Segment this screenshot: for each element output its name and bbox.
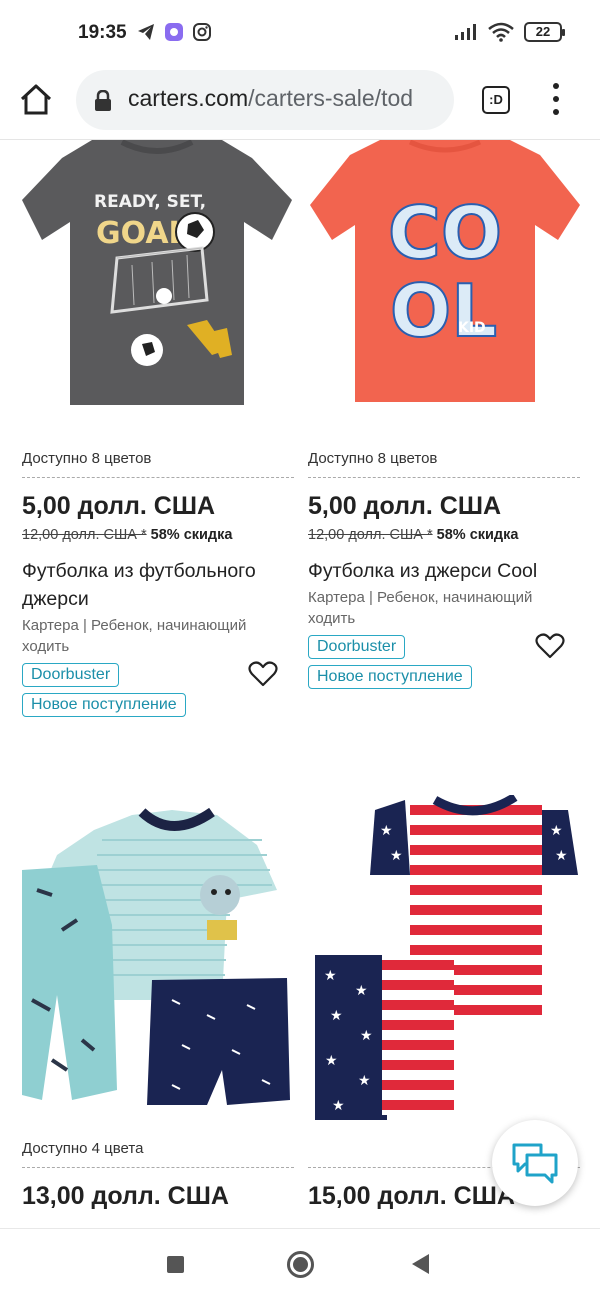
- svg-text:★: ★: [324, 968, 337, 984]
- product-title[interactable]: Футболка из джерси Cool: [308, 557, 580, 585]
- svg-text:★: ★: [380, 823, 393, 839]
- product-grid: READY, SET, GOAL! CO OL KID Доступно 8 ц…: [0, 140, 600, 1228]
- new-arrival-badge: Новое поступление: [22, 693, 186, 717]
- browser-toolbar: carters.com/carters-sale/tod :D: [0, 66, 600, 140]
- signal-icon: [455, 24, 476, 40]
- original-price: 12,00 долл. США *: [308, 527, 433, 543]
- favorite-heart-icon[interactable]: [535, 632, 565, 660]
- product-image-text: OL: [390, 269, 497, 353]
- product-title[interactable]: Футболка из футбольного джерси: [22, 557, 294, 613]
- sale-price: 5,00 долл. США: [308, 492, 502, 520]
- product-image-text: READY, SET,: [94, 192, 206, 212]
- product-image-stars-stripes-pajama[interactable]: ★ ★ ★ ★ ★ ★ ★ ★ ★ ★ ★: [310, 795, 580, 1125]
- battery-icon: 22: [524, 22, 565, 42]
- product-image-text: CO: [388, 191, 502, 275]
- status-time: 19:35: [78, 22, 127, 43]
- url-domain: carters.com: [128, 85, 249, 111]
- divider: [22, 1167, 294, 1168]
- svg-text:★: ★: [360, 1028, 373, 1044]
- doorbuster-badge: Doorbuster: [22, 663, 120, 687]
- telegram-icon: [138, 24, 154, 40]
- new-arrival-badge: Новое поступление: [308, 665, 472, 689]
- product-brand: Картера | Ребенок, начинающий ходить: [22, 617, 247, 655]
- android-nav-bar: [0, 1228, 600, 1299]
- doorbuster-badge: Doorbuster: [308, 635, 406, 659]
- available-colors: Доступно 4 цвета: [22, 1140, 144, 1157]
- divider: [22, 477, 294, 478]
- available-colors: Доступно 8 цветов: [308, 450, 438, 467]
- instagram-icon: [193, 23, 211, 41]
- app-icon: [165, 23, 183, 41]
- tab-switcher-button[interactable]: :D: [482, 86, 510, 114]
- product-card[interactable]: Доступно 4 цвета 13,00 долл. США: [22, 1140, 294, 1211]
- old-price-row: 12,00 долл. США * 58% скидка: [308, 527, 580, 543]
- home-icon[interactable]: [18, 82, 54, 118]
- url-text: carters.com/carters-sale/tod: [128, 85, 413, 112]
- svg-text:★: ★: [390, 848, 403, 864]
- notification-icons: [136, 22, 212, 42]
- sale-price: 5,00 долл. США: [22, 492, 216, 520]
- url-bar[interactable]: carters.com/carters-sale/tod: [76, 70, 454, 130]
- svg-text:★: ★: [325, 1053, 338, 1069]
- svg-text:★: ★: [555, 848, 568, 864]
- back-icon[interactable]: [412, 1254, 429, 1274]
- available-colors: Доступно 8 цветов: [22, 450, 152, 467]
- recents-icon[interactable]: [167, 1256, 184, 1273]
- svg-text:★: ★: [358, 1073, 371, 1089]
- svg-text:★: ★: [355, 983, 368, 999]
- status-bar: 19:35 22: [0, 0, 600, 66]
- divider: [308, 477, 580, 478]
- product-image-soccer-tshirt[interactable]: READY, SET, GOAL!: [22, 140, 292, 410]
- chat-icon: [512, 1143, 558, 1184]
- system-icons: 22: [454, 22, 565, 42]
- svg-text:★: ★: [550, 823, 563, 839]
- discount-label: 58% скидка: [150, 527, 233, 543]
- product-image-cool-tshirt[interactable]: CO OL KID: [310, 140, 580, 410]
- svg-text:★: ★: [332, 1098, 345, 1114]
- menu-icon[interactable]: [552, 83, 560, 115]
- wifi-icon: [488, 22, 514, 42]
- home-nav-icon[interactable]: [287, 1251, 314, 1278]
- url-path: /carters-sale/tod: [248, 85, 414, 111]
- favorite-heart-icon[interactable]: [248, 660, 278, 688]
- original-price: 12,00 долл. США *: [22, 527, 147, 543]
- chat-button[interactable]: [492, 1120, 578, 1206]
- product-brand: Картера | Ребенок, начинающий ходить: [308, 589, 533, 627]
- lock-icon: [95, 90, 111, 111]
- product-image-text: KID: [458, 320, 486, 336]
- discount-label: 58% скидка: [436, 527, 519, 543]
- product-image-dog-pajama-set[interactable]: [22, 800, 292, 1120]
- sale-price: 13,00 долл. США: [22, 1182, 229, 1210]
- svg-text:★: ★: [330, 1008, 343, 1024]
- old-price-row: 12,00 долл. США * 58% скидка: [22, 527, 294, 543]
